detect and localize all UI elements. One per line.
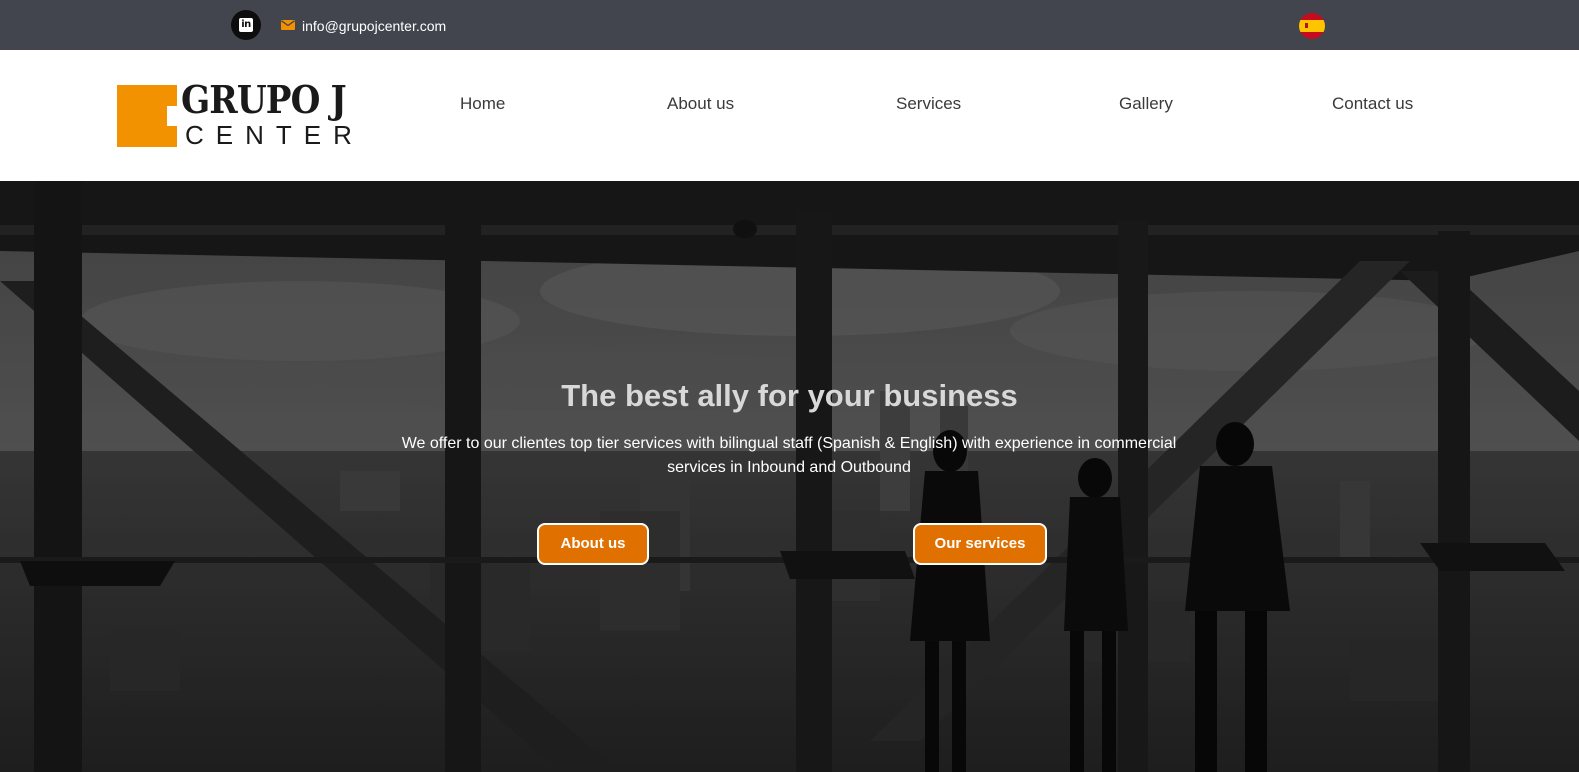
linkedin-icon[interactable]: in (231, 10, 261, 40)
logo-text-line2: CENTER (185, 120, 364, 150)
nav-home[interactable]: Home (460, 94, 505, 114)
logo-mark-notch (167, 106, 179, 126)
about-us-button[interactable]: About us (537, 523, 649, 565)
email-link[interactable]: info@grupojcenter.com (302, 17, 446, 35)
nav-services[interactable]: Services (896, 94, 961, 114)
hero-section: The best ally for your business We offer… (0, 181, 1579, 772)
linkedin-logo-glyph: in (239, 18, 253, 32)
our-services-button[interactable]: Our services (913, 523, 1047, 565)
nav-about-us[interactable]: About us (667, 94, 734, 114)
site-logo[interactable]: GRUPO J CENTER (117, 78, 357, 150)
logo-text-line1: GRUPO J (181, 77, 347, 122)
nav-gallery[interactable]: Gallery (1119, 94, 1173, 114)
hero-subtitle: We offer to our clientes top tier servic… (401, 435, 1177, 476)
hero-title: The best ally for your business (561, 378, 1018, 413)
top-bar: in info@grupojcenter.com (0, 0, 1579, 50)
envelope-icon (281, 20, 295, 30)
nav-contact-us[interactable]: Contact us (1332, 94, 1413, 114)
spain-flag-icon[interactable] (1299, 13, 1325, 39)
